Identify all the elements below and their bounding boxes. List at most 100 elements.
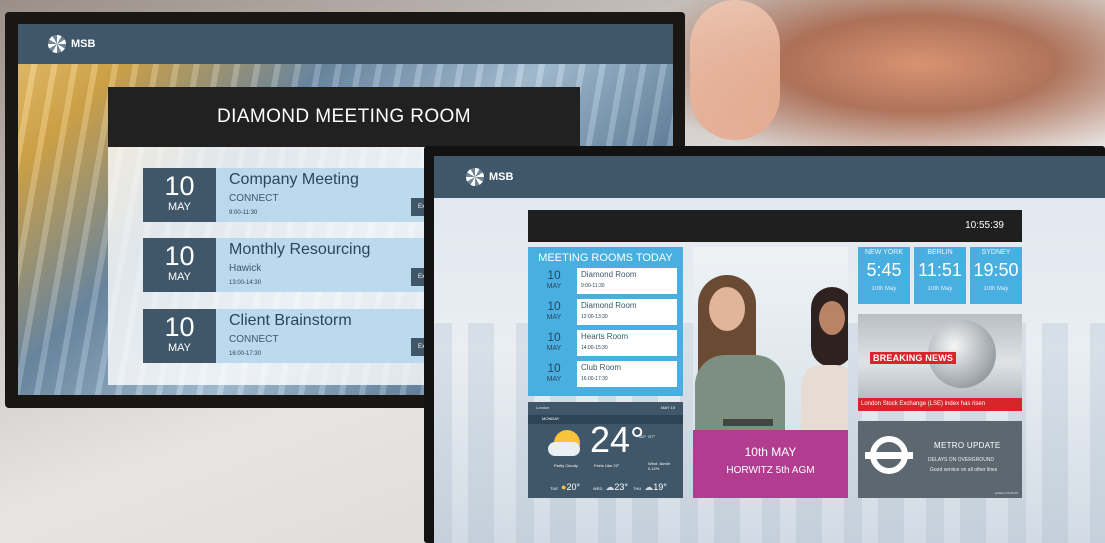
meeting-rooms-widget: MEETING ROOMS TODAY 10 MAY Diamond Room … [528,247,683,396]
event-card[interactable]: 10 MAY Client Brainstorm CONNECT 16:00-1… [143,309,443,363]
event-location: CONNECT [229,334,279,345]
event-date: 10 MAY [143,168,216,222]
cloud-icon: ☁ [644,482,654,492]
event-time: 16:00-17:30 [229,351,262,357]
current-temperature: 24° [590,419,645,460]
weather-date: MAY 10 [661,405,675,410]
clock-date: 10th May [871,286,897,292]
list-item[interactable]: 10 MAY Diamond Room 9:00-11:30 [534,268,677,294]
tablet-device [723,419,773,426]
room-date: 10 MAY [534,361,574,387]
event-time: 9:00-11:30 [229,210,258,216]
forecast-item: WED ☁23° [593,482,628,493]
room-day: 10 [547,299,561,313]
room-name: Diamond Room [581,270,637,279]
event-title: Company Meeting [229,171,359,188]
forecast-item: THU ☁19° [633,482,667,493]
screen-content: MSB 10:55:39 MEETING ROOMS TODAY 10 MAY … [434,156,1105,543]
room-day: 10 [547,330,561,344]
forecast-day: TUE [550,486,558,491]
event-card[interactable]: 10 MAY Company Meeting CONNECT 9:00-11:3… [143,168,443,222]
wind-extra: 0.12% [648,466,660,471]
person-face [819,301,845,335]
weather-condition: Partly Cloudy [554,463,578,468]
event-day: 10 [164,171,195,201]
event-title: Client Brainstorm [229,312,352,329]
room-info: Club Room 16:00-17:30 [577,361,677,387]
list-item[interactable]: 10 MAY Diamond Room 12:00-13:30 [534,299,677,325]
feels-like: Feels Like 22° [594,463,620,468]
world-clock: SYDNEY 19:50 10th May [970,247,1022,304]
room-month: MAY [546,314,562,321]
room-name: Hearts Room [581,332,629,341]
brand-logo: MSB [466,168,513,186]
header-bar: MSB [18,24,673,64]
forecast-day: THU [633,486,642,491]
event-date: 10th MAY [744,445,797,459]
metro-updated: updated 10:55:29 [994,491,1018,495]
expand-button[interactable]: Ex [411,338,425,356]
clock-city: NEW YORK [865,249,903,256]
room-info: Diamond Room 9:00-11:30 [577,268,677,294]
forecast-temp: 23° [614,482,628,492]
brand-name: MSB [489,171,514,183]
clock-date: 10th May [983,286,1009,292]
widget-title: MEETING ROOMS TODAY [538,252,673,264]
room-day: 10 [547,268,561,282]
weather-day: MONDAY [542,416,560,421]
event-location: CONNECT [229,193,279,204]
logo-icon [466,168,484,186]
room-time: 12:00-13:30 [581,314,608,320]
office-photo [693,247,848,430]
event-month: MAY [167,342,192,354]
breaking-news-label: BREAKING NEWS [870,352,957,364]
event-date: 10 MAY [143,309,216,363]
room-name: Club Room [581,363,622,372]
metro-status: Good service on all other lines [930,467,998,473]
header-bar: MSB [434,156,1105,198]
event-day: 10 [164,241,195,271]
list-item[interactable]: 10 MAY Hearts Room 14:00-15:30 [534,330,677,356]
room-time: 14:00-15:30 [581,345,608,351]
event-time: 13:00-14:30 [229,280,262,286]
wind-info: Wind: 4km/h 0.12% [648,461,670,471]
clock-time: 19:50 [973,260,1019,280]
event-title: Monthly Resourcing [229,241,371,258]
news-widget[interactable]: BREAKING NEWS London Stock Exchange (LSE… [858,314,1022,411]
event-location: Hawick [229,263,262,274]
event-title: HORWITZ 5th AGM [726,465,815,476]
clock-time: 11:51 [918,260,962,280]
room-month: MAY [546,376,562,383]
event-date: 10 MAY [143,238,216,292]
cloud-icon: ☁ [605,482,615,492]
temperature-range: ↓20° ↑27° [638,434,656,439]
event-day: 10 [164,312,195,342]
event-month: MAY [167,271,192,283]
clock-time: 5:45 [866,260,902,280]
brand-name: MSB [71,38,96,50]
top-bar: 10:55:39 [528,210,1022,242]
display-screen-front: MSB 10:55:39 MEETING ROOMS TODAY 10 MAY … [424,146,1105,543]
expand-button[interactable]: Ex [411,198,425,216]
clock-date: 10th May [927,286,953,292]
forecast-temp: 19° [653,482,667,492]
world-clock: NEW YORK 5:45 10th May [858,247,910,304]
brand-logo: MSB [48,35,95,53]
room-time: 9:00-11:30 [581,283,605,289]
room-time: 16:00-17:30 [581,376,608,382]
logo-icon [48,35,66,53]
background-hand [690,0,780,140]
weather-location: London [536,405,550,410]
metro-title: METRO UPDATE [934,441,1001,450]
event-month: MAY [167,201,192,213]
expand-button[interactable]: Ex [411,268,425,286]
digital-clock: 10:55:39 [965,220,1004,231]
room-date: 10 MAY [534,299,574,325]
forecast-temp: 20° [566,482,581,492]
forecast-item: TUE ●20° [550,482,580,492]
news-ticker: London Stock Exchange (LSE) index has ri… [858,398,1022,411]
event-highlight-card[interactable]: 10th MAY HORWITZ 5th AGM [693,430,848,498]
clock-city: SYDNEY [981,249,1011,256]
event-card[interactable]: 10 MAY Monthly Resourcing Hawick 13:00-1… [143,238,443,292]
list-item[interactable]: 10 MAY Club Room 16:00-17:30 [534,361,677,387]
